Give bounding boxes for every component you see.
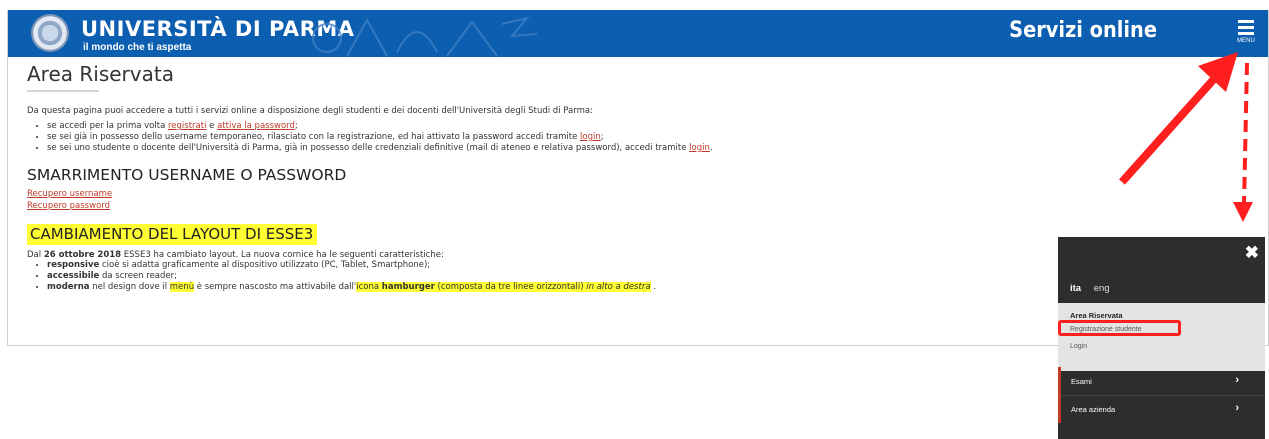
dashed-arrow	[1242, 62, 1249, 206]
annotation-arrows	[1119, 52, 1253, 222]
solid-arrow	[1119, 67, 1225, 185]
dashed-arrow-head	[1233, 202, 1253, 222]
